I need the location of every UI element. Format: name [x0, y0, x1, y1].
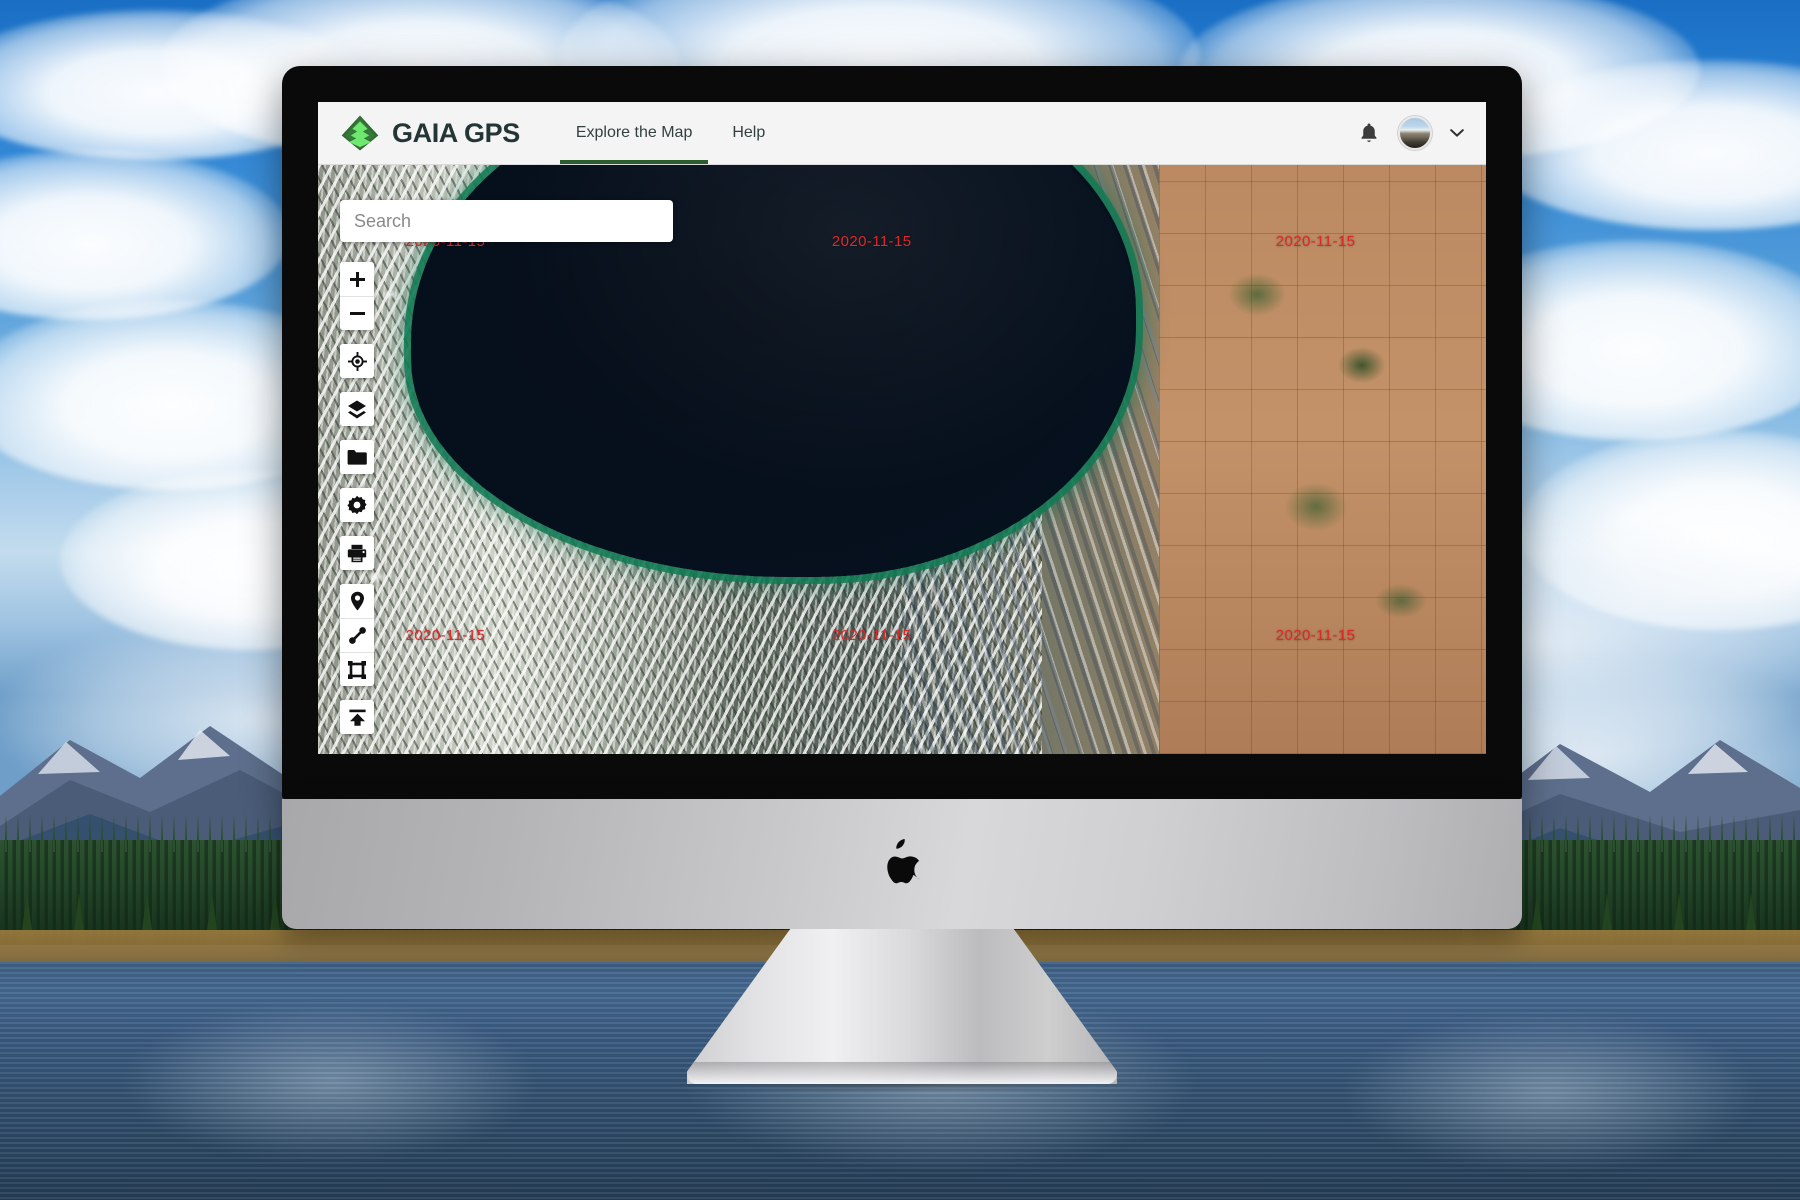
settings-button[interactable] [340, 488, 374, 522]
imac-screen: GAIA GPS Explore the Map Help 2020-11-15… [318, 102, 1486, 754]
minus-icon [349, 312, 365, 315]
import-group [340, 700, 374, 734]
brand-name: GAIA GPS [392, 117, 520, 148]
app-header: GAIA GPS Explore the Map Help [318, 102, 1486, 165]
draw-route-button[interactable] [340, 618, 374, 652]
nav-item-label: Help [732, 124, 766, 141]
imac-stand [687, 929, 1117, 1084]
saved-items-group [340, 440, 374, 474]
area-square-icon [348, 660, 366, 679]
apple-logo [887, 839, 920, 884]
draw-tools-group [340, 584, 374, 686]
imac-chin [282, 799, 1522, 929]
map-canvas[interactable]: 2020-11-15 2020-11-15 2020-11-15 2020-11-15… [318, 165, 1486, 754]
gaia-layered-mountain-logo [341, 115, 379, 151]
add-waypoint-button[interactable] [340, 584, 374, 618]
header-right-actions [1358, 116, 1464, 150]
map-pin-icon [350, 591, 364, 611]
printer-icon [347, 544, 367, 562]
brand[interactable]: GAIA GPS [340, 113, 520, 153]
saved-items-button[interactable] [340, 440, 374, 474]
search-input[interactable] [340, 200, 673, 242]
upload-arrow-icon [348, 709, 366, 726]
crosshair-locate-icon [347, 351, 367, 371]
imac-device: GAIA GPS Explore the Map Help 2020-11-15… [282, 66, 1522, 1092]
zoom-out-button[interactable] [340, 296, 374, 330]
chevron-down-icon[interactable] [1450, 128, 1464, 138]
notification-bell-icon[interactable] [1358, 121, 1380, 145]
zoom-in-button[interactable] [340, 262, 374, 296]
nav-item-help[interactable]: Help [712, 102, 785, 164]
nav-item-explore-the-map[interactable]: Explore the Map [556, 102, 713, 164]
layers-group [340, 392, 374, 426]
map-farmland [1158, 165, 1486, 754]
print-group [340, 536, 374, 570]
map-layers-button[interactable] [340, 392, 374, 426]
zoom-controls-group [340, 262, 374, 330]
locate-me-button[interactable] [340, 344, 374, 378]
layers-icon [348, 400, 366, 418]
locate-group [340, 344, 374, 378]
folder-icon [347, 449, 367, 465]
gear-icon [347, 495, 367, 515]
import-upload-button[interactable] [340, 700, 374, 734]
route-line-icon [348, 627, 366, 644]
cloud [0, 150, 290, 320]
nav-item-label: Explore the Map [575, 124, 693, 141]
main-nav: Explore the Map Help [556, 102, 785, 164]
print-button[interactable] [340, 536, 374, 570]
user-avatar[interactable] [1398, 116, 1432, 150]
map-tool-rail [340, 262, 374, 748]
imac-bezel: GAIA GPS Explore the Map Help 2020-11-15… [282, 66, 1522, 799]
plus-icon [349, 271, 365, 287]
draw-area-button[interactable] [340, 652, 374, 686]
settings-group [340, 488, 374, 522]
